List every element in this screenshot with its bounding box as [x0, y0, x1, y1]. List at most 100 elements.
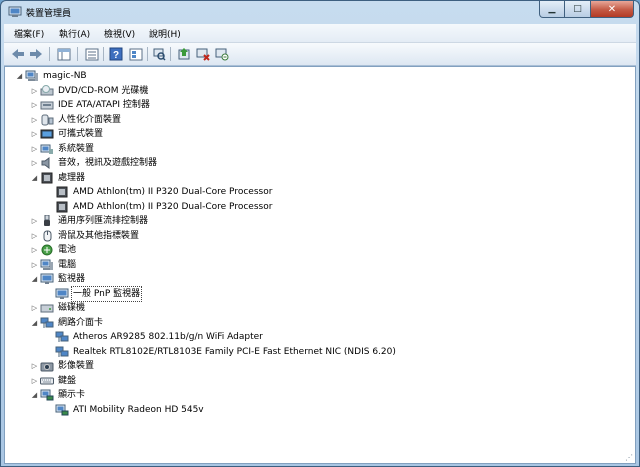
device-manager-window: 裝置管理員 ▁ □ ✕ 檔案(F) 執行(A) 檢視(V) 說明(H) ? ◢ m…	[0, 0, 640, 467]
collapsed-arrow-icon[interactable]: ▷	[30, 113, 39, 127]
disk-drive-icon	[40, 302, 54, 315]
expanded-arrow-icon[interactable]: ◢	[30, 272, 39, 286]
tree-node[interactable]: ◢ 監視器	[30, 272, 86, 286]
window-title: 裝置管理員	[26, 9, 72, 19]
tree-node[interactable]: ▷ 人性化介面裝置	[30, 113, 122, 127]
tree-node[interactable]: ▷ 系統裝置	[30, 142, 95, 156]
monitor-icon	[55, 287, 69, 300]
collapsed-arrow-icon[interactable]: ▷	[30, 142, 39, 156]
tree-node[interactable]: Realtek RTL8102E/RTL8103E Family PCI-E F…	[45, 345, 397, 359]
properties-pane-icon[interactable]	[56, 46, 72, 62]
tree-node-label: 監視器	[58, 274, 86, 284]
tree-node-label: 滑鼠及其他指標裝置	[58, 230, 140, 241]
tree-node[interactable]: ◢ 處理器	[30, 171, 86, 185]
collapsed-arrow-icon[interactable]: ▷	[30, 301, 39, 315]
expanded-arrow-icon[interactable]: ◢	[30, 171, 39, 185]
collapsed-arrow-icon[interactable]: ▷	[30, 98, 39, 112]
tree-node-label: 一般 PnP 監視器	[70, 285, 143, 302]
tree-node-label: 處理器	[58, 172, 86, 183]
tree-node[interactable]: ▷ 滑鼠及其他指標裝置	[30, 229, 140, 243]
tree-node[interactable]: ▷ 磁碟機	[30, 301, 86, 315]
tree-node-label: DVD/CD-ROM 光碟機	[58, 85, 149, 96]
menu-file[interactable]: 檔案(F)	[14, 27, 44, 40]
collapsed-arrow-icon[interactable]: ▷	[30, 214, 39, 228]
back-icon[interactable]	[10, 46, 26, 62]
tree-node-label: 鍵盤	[58, 375, 77, 386]
forward-icon[interactable]	[28, 46, 44, 62]
network-adapter-icon	[55, 345, 69, 358]
hid-icon	[40, 113, 54, 126]
menu-help[interactable]: 說明(H)	[149, 27, 181, 40]
tree-node-label: 通用序列匯流排控制器	[58, 216, 149, 226]
usb-icon	[40, 215, 54, 228]
view-list-icon[interactable]	[84, 46, 100, 62]
minimize-button[interactable]: ▁	[539, 1, 565, 18]
scan-hardware-icon[interactable]	[151, 46, 167, 62]
menu-view[interactable]: 檢視(V)	[104, 27, 135, 40]
tree-node-label: Realtek RTL8102E/RTL8103E Family PCI-E F…	[73, 346, 396, 357]
tree-node[interactable]: ▷ 音效，視訊及遊戲控制器	[30, 156, 158, 170]
portable-device-icon	[40, 128, 54, 141]
tree-node[interactable]: ▷ 影像裝置	[30, 359, 95, 373]
maximize-button[interactable]: □	[565, 1, 591, 18]
tree-node-label: 磁碟機	[58, 303, 86, 313]
display-adapter-icon	[55, 403, 69, 416]
system-device-icon	[40, 142, 54, 155]
tree-node[interactable]: ▷ 電腦	[30, 258, 77, 272]
toolbar: ?	[4, 43, 636, 66]
collapsed-arrow-icon[interactable]: ▷	[30, 156, 39, 170]
collapsed-arrow-icon[interactable]: ▷	[30, 258, 39, 272]
tree-node-label: 影像裝置	[58, 361, 95, 371]
tree-node[interactable]: ◢ magic-NB	[15, 69, 88, 83]
device-tree[interactable]: ◢ magic-NB ▷ DVD/CD-ROM 光碟機 ▷ IDE ATA/ATAPI 控…	[4, 66, 636, 464]
uninstall-device-icon[interactable]	[214, 46, 230, 62]
view-all-icon[interactable]	[128, 46, 144, 62]
tree-node[interactable]: ▷ 鍵盤	[30, 374, 77, 388]
expanded-arrow-icon[interactable]: ◢	[30, 316, 39, 330]
collapsed-arrow-icon[interactable]: ▷	[30, 243, 39, 257]
tree-node[interactable]: ◢ 網路介面卡	[30, 316, 104, 330]
tree-node[interactable]: ◢ 顯示卡	[30, 388, 86, 402]
collapsed-arrow-icon[interactable]: ▷	[30, 84, 39, 98]
tree-node[interactable]: ▷ 通用序列匯流排控制器	[30, 214, 149, 228]
disable-device-icon[interactable]	[195, 46, 211, 62]
tree-node[interactable]: AMD Athlon(tm) II P320 Dual-Core Process…	[45, 200, 273, 214]
ide-controller-icon	[40, 99, 54, 112]
tree-node-label: magic-NB	[43, 71, 87, 81]
close-button[interactable]: ✕	[591, 1, 634, 18]
keyboard-icon	[40, 374, 54, 387]
collapsed-arrow-icon[interactable]: ▷	[30, 359, 39, 373]
title-bar[interactable]: 裝置管理員 ▁ □ ✕	[1, 1, 639, 23]
menu-bar: 檔案(F) 執行(A) 檢視(V) 說明(H)	[4, 24, 636, 43]
tree-node-label: 顯示卡	[58, 390, 86, 400]
resize-grip[interactable]: ⋰	[625, 453, 633, 462]
tree-node[interactable]: ▷ 可攜式裝置	[30, 127, 104, 141]
collapsed-arrow-icon[interactable]: ▷	[30, 374, 39, 388]
tree-node[interactable]: 一般 PnP 監視器	[45, 285, 143, 302]
tree-node[interactable]: ▷ IDE ATA/ATAPI 控制器	[30, 98, 151, 112]
tree-node[interactable]: ▷ DVD/CD-ROM 光碟機	[30, 84, 149, 98]
collapsed-arrow-icon[interactable]: ▷	[30, 229, 39, 243]
tree-node[interactable]: ▷ 電池	[30, 243, 77, 257]
expanded-arrow-icon[interactable]: ◢	[30, 388, 39, 402]
monitor-icon	[40, 273, 54, 286]
tree-node[interactable]: Atheros AR9285 802.11b/g/n WiFi Adapter	[45, 330, 264, 344]
collapsed-arrow-icon[interactable]: ▷	[30, 127, 39, 141]
menu-action[interactable]: 執行(A)	[59, 27, 90, 40]
tree-node[interactable]: AMD Athlon(tm) II P320 Dual-Core Process…	[45, 185, 273, 199]
tree-node-label: 系統裝置	[58, 143, 95, 154]
tree-node-label: 電池	[58, 245, 77, 255]
network-adapter-icon	[40, 316, 54, 329]
tree-node-label: Atheros AR9285 802.11b/g/n WiFi Adapter	[73, 332, 263, 342]
mouse-icon	[40, 229, 54, 242]
tree-node-label: 網路介面卡	[58, 317, 104, 328]
expanded-arrow-icon[interactable]: ◢	[15, 69, 24, 83]
tree-node[interactable]: ATI Mobility Radeon HD 545v	[45, 403, 205, 417]
help-icon[interactable]: ?	[108, 46, 124, 62]
update-driver-icon[interactable]	[176, 46, 192, 62]
tree-node-label: 電腦	[58, 259, 77, 270]
